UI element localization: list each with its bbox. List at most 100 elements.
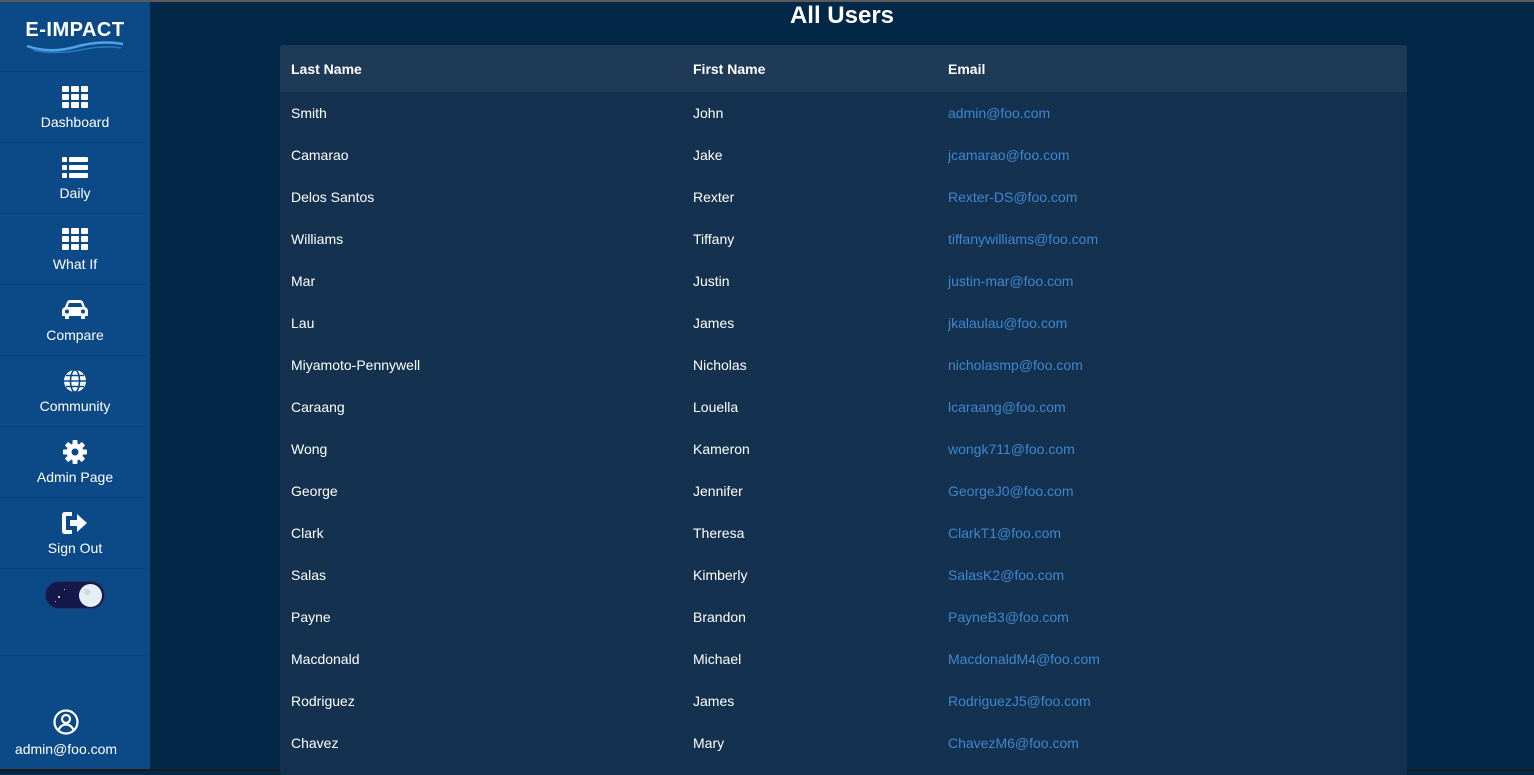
column-header-email[interactable]: Email <box>937 45 1407 92</box>
email-link[interactable]: wongk711@foo.com <box>937 428 1407 470</box>
cell-first-name: Jake <box>693 147 723 163</box>
gear-icon <box>62 439 88 465</box>
moon-icon <box>79 584 102 607</box>
cell-first-name: Louella <box>693 399 739 415</box>
sidebar-item-label: Dashboard <box>40 114 110 130</box>
email-link[interactable]: tiffanywilliams@foo.com <box>937 218 1407 260</box>
table-row: Payne Brandon PayneB3@foo.com <box>280 596 1407 638</box>
email-link[interactable]: ChavezM6@foo.com <box>937 722 1407 764</box>
email-link[interactable]: admin@foo.com <box>937 92 1407 134</box>
cell-last-name: Lau <box>291 315 315 331</box>
cell-last-name: Delos Santos <box>291 189 375 205</box>
sidebar-item-what-if[interactable]: What If <box>0 214 150 285</box>
sidebar-item-label: Admin Page <box>36 469 114 485</box>
sidebar-item-label: Compare <box>46 327 104 343</box>
cell-first-name: Brandon <box>693 609 746 625</box>
email-link[interactable]: justin-mar@foo.com <box>937 260 1407 302</box>
user-profile[interactable]: admin@foo.com <box>0 709 132 757</box>
cell-first-name: Jennifer <box>693 483 743 499</box>
main-content: All Users Last Name First Name Email Smi… <box>150 2 1534 775</box>
cell-first-name: Nicholas <box>693 357 747 373</box>
sidebar-item-dashboard[interactable]: Dashboard <box>0 72 150 143</box>
table-row: George Jennifer GeorgeJ0@foo.com <box>280 470 1407 512</box>
email-link[interactable]: PayneB3@foo.com <box>937 596 1407 638</box>
sidebar-item-compare[interactable]: Compare <box>0 285 150 356</box>
logo-wave-icon <box>26 41 124 54</box>
sidebar-divider <box>0 655 150 656</box>
sidebar-item-community[interactable]: Community <box>0 356 150 427</box>
email-link[interactable]: SalasK2@foo.com <box>937 554 1407 596</box>
table-row: Rodriguez James RodriguezJ5@foo.com <box>280 680 1407 722</box>
table-row: Smith John admin@foo.com <box>280 92 1407 134</box>
column-header-last-name[interactable]: Last Name <box>280 45 682 92</box>
cell-last-name: Miyamoto-Pennywell <box>291 357 421 373</box>
sign-out-icon <box>62 510 88 536</box>
email-link[interactable]: lcaraang@foo.com <box>937 386 1407 428</box>
table-row: Wong Kameron wongk711@foo.com <box>280 428 1407 470</box>
cell-last-name: Rodriguez <box>291 693 355 709</box>
star-icon <box>58 596 60 598</box>
cell-first-name: Rexter <box>693 189 735 205</box>
cell-last-name: Clark <box>291 525 324 541</box>
email-link[interactable]: jcamarao@foo.com <box>937 134 1407 176</box>
cell-first-name: Theresa <box>693 525 745 541</box>
user-email: admin@foo.com <box>14 741 118 757</box>
cell-first-name: John <box>693 105 724 121</box>
sidebar-item-sign-out[interactable]: Sign Out <box>0 498 150 569</box>
cell-first-name: Kameron <box>693 441 750 457</box>
car-icon <box>62 297 88 323</box>
table-row: Mar Justin justin-mar@foo.com <box>280 260 1407 302</box>
list-icon <box>62 155 88 181</box>
theme-toggle[interactable] <box>45 581 105 609</box>
app-frame: E-IMPACT Dashboard Daily What If Compare… <box>0 0 1534 775</box>
table-row: Williams Tiffany tiffanywilliams@foo.com <box>280 218 1407 260</box>
table-row: Chavez Mary ChavezM6@foo.com <box>280 722 1407 764</box>
table-header-row: Last Name First Name Email <box>280 45 1407 92</box>
table-row: Delos Santos Rexter Rexter-DS@foo.com <box>280 176 1407 218</box>
page-title: All Users <box>789 2 895 29</box>
sidebar-item-admin-page[interactable]: Admin Page <box>0 427 150 498</box>
cell-last-name: Payne <box>291 609 331 625</box>
table-row: Lau James jkalaulau@foo.com <box>280 302 1407 344</box>
cell-last-name: George <box>291 483 338 499</box>
table-row: Caraang Louella lcaraang@foo.com <box>280 386 1407 428</box>
user-circle-icon <box>53 709 79 735</box>
grid-icon <box>62 84 88 110</box>
sidebar-item-label: Community <box>39 398 111 414</box>
theme-toggle-container <box>0 569 150 649</box>
email-link[interactable]: MacdonaldM4@foo.com <box>937 638 1407 680</box>
cell-first-name: Tiffany <box>693 231 735 247</box>
email-link[interactable]: jkalaulau@foo.com <box>937 302 1407 344</box>
cell-first-name: Michael <box>693 651 742 667</box>
star-icon <box>64 589 65 590</box>
cell-first-name: Mary <box>693 735 725 751</box>
email-link[interactable]: RodriguezJ5@foo.com <box>937 680 1407 722</box>
globe-icon <box>62 368 88 394</box>
table-row: Clark Theresa ClarkT1@foo.com <box>280 512 1407 554</box>
sidebar-item-label: Daily <box>59 185 91 201</box>
sidebar-item-daily[interactable]: Daily <box>0 143 150 214</box>
logo-text: E-IMPACT <box>25 19 125 41</box>
logo[interactable]: E-IMPACT <box>0 2 150 72</box>
cell-first-name: Justin <box>693 273 730 289</box>
table-row: Salas Kimberly SalasK2@foo.com <box>280 554 1407 596</box>
sidebar-item-label: What If <box>52 256 98 272</box>
cell-first-name: Kimberly <box>693 567 748 583</box>
cell-last-name: Macdonald <box>291 651 360 667</box>
cell-first-name: James <box>693 693 735 709</box>
table-row: Miyamoto-Pennywell Nicholas nicholasmp@foo… <box>280 344 1407 386</box>
column-header-first-name[interactable]: First Name <box>682 45 937 92</box>
sidebar: E-IMPACT Dashboard Daily What If Compare… <box>0 2 150 769</box>
email-link[interactable]: GeorgeJ0@foo.com <box>937 470 1407 512</box>
cell-last-name: Caraang <box>291 399 345 415</box>
cell-last-name: Smith <box>291 105 327 121</box>
email-link[interactable]: ClarkT1@foo.com <box>937 512 1407 554</box>
email-link[interactable]: nicholasmp@foo.com <box>937 344 1407 386</box>
table-row: Macdonald Michael MacdonaldM4@foo.com <box>280 638 1407 680</box>
sidebar-item-label: Sign Out <box>47 540 103 556</box>
email-link[interactable]: Rexter-DS@foo.com <box>937 176 1407 218</box>
table-row: Camarao Jake jcamarao@foo.com <box>280 134 1407 176</box>
users-table-container: Last Name First Name Email Smith John admi… <box>280 45 1407 775</box>
star-icon <box>55 601 56 602</box>
cell-last-name: Williams <box>291 231 344 247</box>
